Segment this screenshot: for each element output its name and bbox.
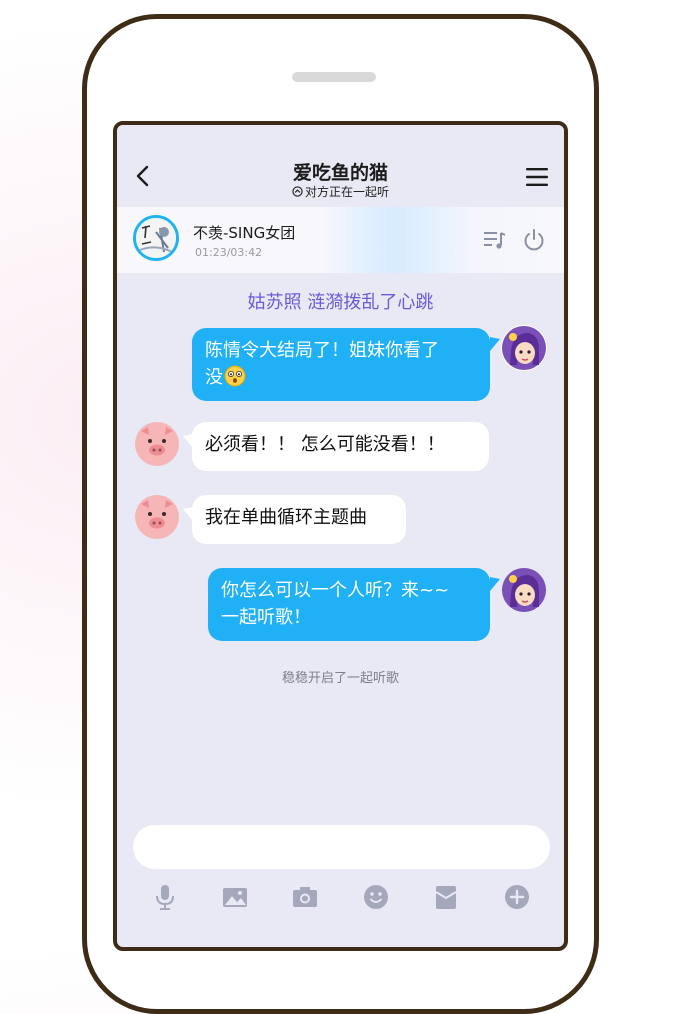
message-input[interactable] xyxy=(133,825,550,869)
camera-icon[interactable] xyxy=(291,883,319,911)
girl-avatar-icon xyxy=(502,568,546,612)
system-message: 稳稳开启了一起听歌 xyxy=(281,671,399,686)
playlist-icon[interactable] xyxy=(484,230,506,250)
bubble-tail xyxy=(490,337,500,351)
top-bar: 爱吃鱼的猫 对方正在一起听 xyxy=(117,125,564,207)
avatar-self[interactable] xyxy=(501,567,547,613)
plus-icon[interactable] xyxy=(503,883,531,911)
message-line: 你怎么可以一个人听？来~~ xyxy=(221,580,450,601)
song-time: 01:23/03:42 xyxy=(195,246,263,259)
message-line: 一起听歌！ xyxy=(221,607,311,628)
message-bubble-received[interactable]: 我在单曲循环主题曲 xyxy=(192,495,406,544)
avatar-self[interactable] xyxy=(501,325,547,371)
song-title: 不羡-SING女团 xyxy=(193,224,296,242)
message-bubble-sent[interactable]: 你怎么可以一个人听？来~~ 一起听歌！ xyxy=(208,568,490,641)
red-packet-icon[interactable] xyxy=(432,883,460,911)
message-bubble-received[interactable]: 必须看！！ 怎么可能没看！！ xyxy=(192,422,489,471)
chat-title: 爱吃鱼的猫 xyxy=(292,162,388,184)
message-line: 没 xyxy=(205,364,477,391)
emoji-icon[interactable] xyxy=(362,883,390,911)
image-icon[interactable] xyxy=(221,883,249,911)
now-playing-bar[interactable]: 不羡-SING女团 01:23/03:42 xyxy=(117,207,564,273)
listening-icon xyxy=(292,186,303,197)
lyric-banner: 姑苏照 涟漪拨乱了心跳 xyxy=(247,292,434,313)
girl-avatar-icon xyxy=(501,325,547,371)
avatar-other[interactable] xyxy=(134,494,180,540)
subtitle-text: 对方正在一起听 xyxy=(304,185,389,199)
listen-together-status: 对方正在一起听 xyxy=(117,183,564,200)
album-cover[interactable] xyxy=(133,215,179,261)
message-line: 陈情令大结局了！姐妹你看了 xyxy=(205,340,439,361)
phone-speaker xyxy=(292,72,376,82)
microphone-icon[interactable] xyxy=(151,883,179,911)
bubble-tail xyxy=(490,577,500,591)
chat-screen: 爱吃鱼的猫 对方正在一起听 不羡-SING女团 01:23/03:42 姑苏照 … xyxy=(113,121,568,951)
avatar-other[interactable] xyxy=(134,421,180,467)
message-bubble-sent[interactable]: 陈情令大结局了！姐妹你看了 没 xyxy=(192,328,490,401)
menu-icon[interactable] xyxy=(526,167,548,187)
pig-avatar-icon xyxy=(135,422,179,466)
album-art-icon xyxy=(136,218,176,258)
pig-avatar-icon xyxy=(135,495,179,539)
astonished-face-emoji xyxy=(224,365,246,387)
power-icon[interactable] xyxy=(522,228,546,252)
